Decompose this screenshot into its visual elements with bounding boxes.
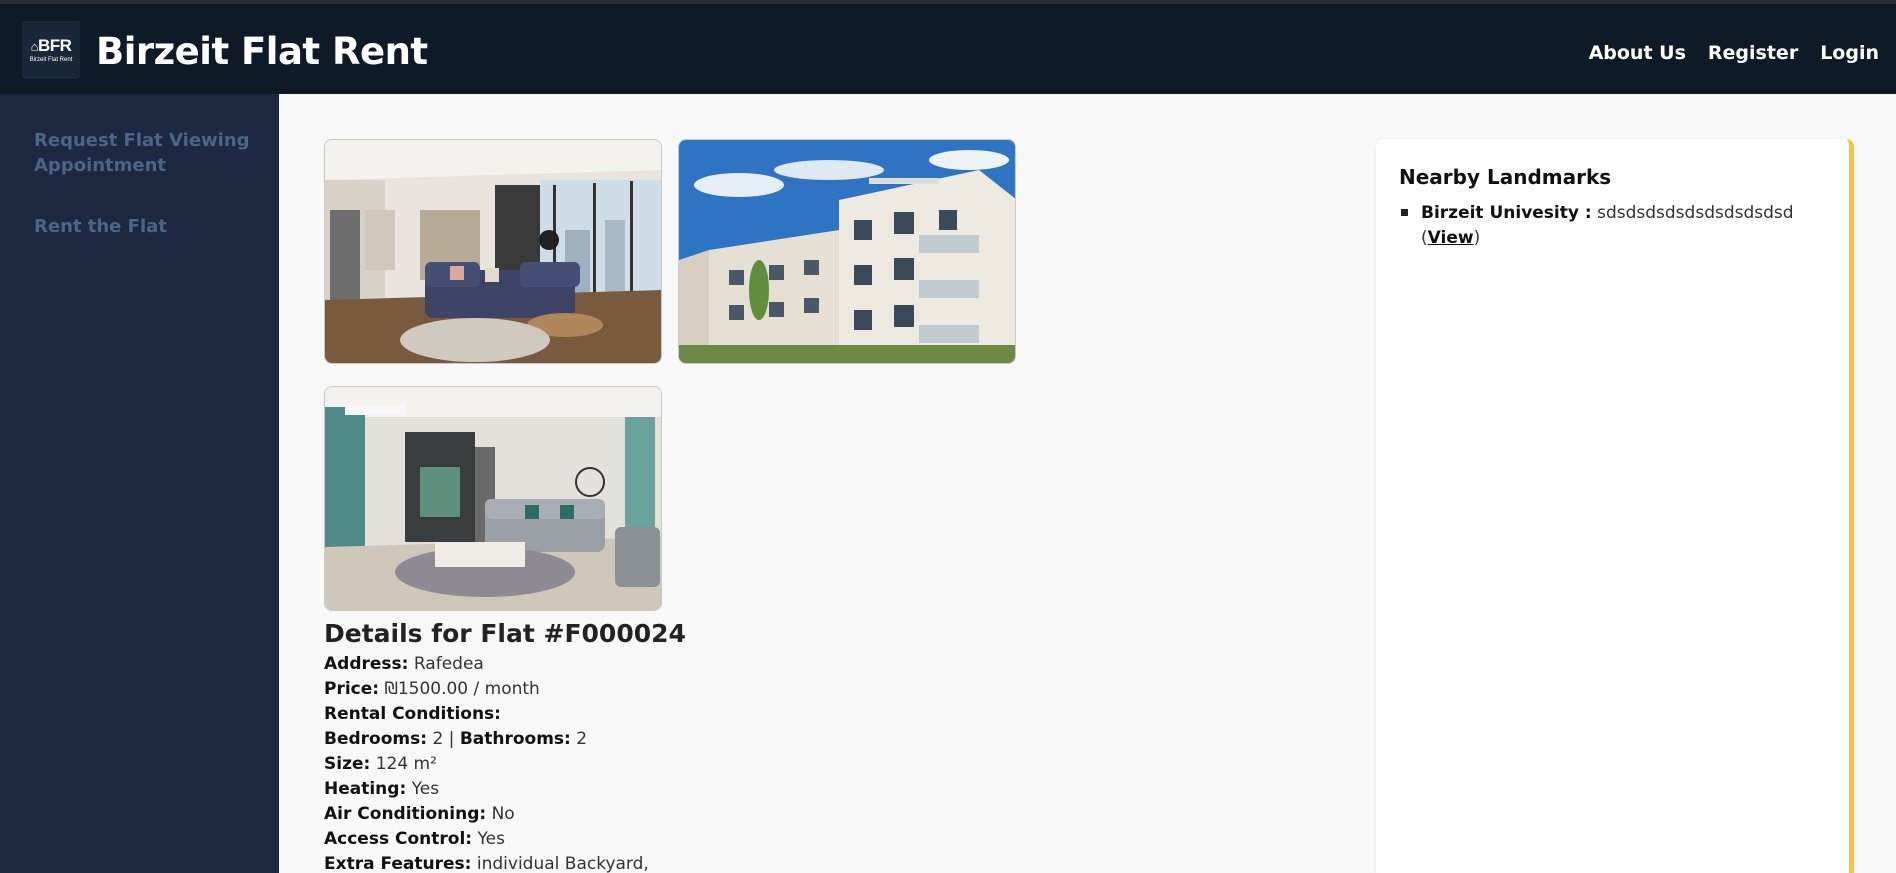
bathrooms-value: 2 — [576, 729, 588, 749]
landmark-view-link[interactable]: View — [1428, 228, 1474, 248]
list-bullet-icon — [1401, 209, 1408, 216]
flat-photo[interactable] — [324, 139, 662, 364]
landmark-description: sdsdsdsdsdsdsdsdsdsd — [1597, 203, 1794, 223]
main-nav: About Us Register Login — [1589, 42, 1879, 64]
rooms-separator: | — [448, 729, 455, 749]
air-conditioning-row: Air Conditioning: No — [324, 802, 1024, 827]
landmark-item: Birzeit Univesity : sdsdsdsdsdsdsdsdsdsd — [1421, 201, 1794, 226]
landmark-view-line: (View) — [1421, 226, 1480, 251]
sidebar-item-request-viewing[interactable]: Request Flat Viewing Appointment — [34, 128, 254, 178]
access-control-row: Access Control: Yes — [324, 827, 1024, 852]
size-value: 124 m² — [375, 754, 437, 774]
address-value: Rafedea — [413, 654, 484, 674]
access-control-label: Access Control: — [324, 829, 473, 849]
nearby-landmarks-panel: Nearby Landmarks Birzeit Univesity : sds… — [1376, 139, 1854, 873]
landmark-name: Birzeit Univesity : — [1421, 203, 1592, 223]
logo-text: BFR — [37, 36, 72, 55]
price-row: Price: ₪1500.00 / month — [324, 677, 1024, 702]
house-icon: ⌂ — [30, 39, 39, 54]
logo-mark: ⌂BFR — [22, 36, 80, 56]
access-control-value: Yes — [477, 829, 505, 849]
flat-photo[interactable] — [678, 139, 1016, 364]
address-row: Address: Rafedea — [324, 652, 1024, 677]
sidebar: Request Flat Viewing Appointment Rent th… — [0, 94, 279, 873]
close-paren: ) — [1473, 228, 1481, 248]
bedrooms-value: 2 — [432, 729, 444, 749]
logo-subtext: Birzeit Flat Rent — [29, 57, 73, 63]
living-room-photo-image — [325, 140, 661, 363]
nav-about-us-link[interactable]: About Us — [1589, 42, 1686, 64]
flat-photo[interactable] — [324, 386, 662, 611]
site-title: Birzeit Flat Rent — [96, 30, 428, 73]
price-label: Price: — [324, 679, 380, 699]
price-value: ₪1500.00 / month — [384, 679, 540, 699]
details-heading: Details for Flat #F000024 — [324, 619, 686, 648]
air-conditioning-value: No — [491, 804, 515, 824]
bathrooms-label: Bathrooms: — [459, 729, 571, 749]
landmarks-title: Nearby Landmarks — [1399, 165, 1612, 189]
site-logo[interactable]: ⌂BFR Birzeit Flat Rent — [22, 21, 80, 79]
living-room-2-photo-image — [325, 387, 661, 610]
open-paren: ( — [1421, 228, 1428, 248]
rooms-row: Bedrooms: 2 | Bathrooms: 2 — [324, 727, 1024, 752]
nav-register-link[interactable]: Register — [1708, 42, 1798, 64]
sidebar-item-rent-flat[interactable]: Rent the Flat — [34, 214, 254, 239]
heating-value: Yes — [411, 779, 440, 799]
heating-row: Heating: Yes — [324, 777, 1024, 802]
heating-label: Heating: — [324, 779, 407, 799]
extra-features-row: Extra Features: individual Backyard, — [324, 852, 1024, 873]
rental-conditions-row: Rental Conditions: — [324, 702, 1024, 727]
extra-features-label: Extra Features: — [324, 854, 472, 873]
address-label: Address: — [324, 654, 409, 674]
flat-details: Details for Flat #F000024 Address: Rafed… — [324, 618, 1024, 873]
rental-conditions-label: Rental Conditions: — [324, 704, 501, 724]
top-navigation-bar: ⌂BFR Birzeit Flat Rent Birzeit Flat Rent… — [0, 0, 1896, 94]
building-exterior-photo-image — [679, 140, 1015, 363]
bedrooms-label: Bedrooms: — [324, 729, 428, 749]
size-label: Size: — [324, 754, 371, 774]
air-conditioning-label: Air Conditioning: — [324, 804, 487, 824]
nav-login-link[interactable]: Login — [1820, 42, 1879, 64]
extra-features-value: individual Backyard, — [476, 854, 649, 873]
size-row: Size: 124 m² — [324, 752, 1024, 777]
